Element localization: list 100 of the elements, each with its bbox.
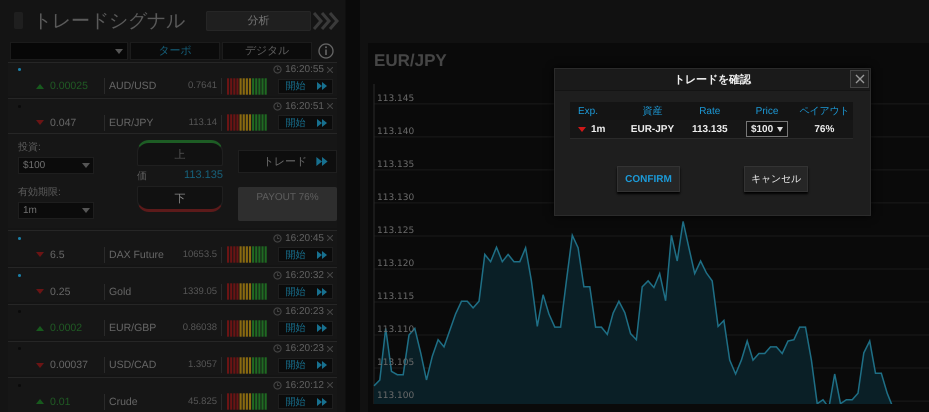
close-icon xyxy=(854,74,864,84)
asset-name: AUD/USD xyxy=(104,78,169,94)
signal-time: 16:20:12 xyxy=(285,380,324,391)
fast-forward-icon xyxy=(317,288,327,296)
analysis-button[interactable]: 分析 xyxy=(206,10,311,31)
column-header: Exp. xyxy=(577,106,600,116)
fast-forward-icon xyxy=(317,398,327,406)
confirm-button[interactable]: CONFIRM xyxy=(617,166,680,192)
change-value: 0.00025 xyxy=(50,80,89,92)
close-icon[interactable] xyxy=(327,308,333,315)
signal-time: 16:20:45 xyxy=(285,232,324,244)
trade-button[interactable]: トレード xyxy=(238,150,337,174)
asset-price: 1.3057 xyxy=(168,357,222,374)
signal-row[interactable]: 16:20:12 0.01 Crude 45.825 開始 xyxy=(8,377,337,412)
expiry-label: 有効期限: xyxy=(18,186,62,200)
strength-meter-drawing xyxy=(227,356,268,374)
info-icon[interactable] xyxy=(318,42,334,59)
invest-label: 投資: xyxy=(18,140,42,154)
close-icon[interactable] xyxy=(327,103,333,110)
y-tick-label: 113.135 xyxy=(377,160,414,170)
chart-title: EUR/JPY xyxy=(373,50,447,72)
fast-forward-icon xyxy=(317,118,327,127)
payout-cell-text: 76% xyxy=(813,124,836,134)
start-button[interactable]: 開始 xyxy=(278,247,333,262)
clock-icon xyxy=(273,102,282,111)
y-tick-label: 113.130 xyxy=(377,192,414,203)
close-icon[interactable] xyxy=(327,235,333,242)
filter-tab[interactable]: デジタル xyxy=(222,42,312,60)
asset-name: USD/CAD xyxy=(104,357,169,374)
invest-select[interactable]: $100 xyxy=(18,157,94,174)
clock-icon xyxy=(273,380,282,390)
column-header: ペイアウト xyxy=(798,105,850,118)
close-icon[interactable] xyxy=(327,346,333,352)
asset-name: Gold xyxy=(104,284,169,300)
start-button[interactable]: 開始 xyxy=(278,358,333,373)
rate-cell-text: 113.135 xyxy=(690,124,729,134)
signal-row[interactable]: 16:20:23 0.00037 USD/CAD 1.3057 開始 xyxy=(8,340,337,376)
asset-price: 1339.05 xyxy=(168,284,222,300)
chevrons-icon xyxy=(313,12,339,30)
change-value: 0.047 xyxy=(50,116,78,129)
dialog-title: トレードを確認 xyxy=(674,72,751,87)
strength-meter-drawing xyxy=(227,320,268,337)
close-icon[interactable] xyxy=(327,382,333,388)
close-icon[interactable] xyxy=(327,272,333,278)
clock-icon xyxy=(273,270,282,280)
expiry-select[interactable]: 1m xyxy=(18,202,94,220)
column-header: 資産 xyxy=(641,104,664,118)
filter-tab[interactable]: ターボ xyxy=(130,42,220,60)
start-button[interactable]: 開始 xyxy=(278,78,333,94)
close-button[interactable] xyxy=(850,70,869,88)
strength-meter-drawing xyxy=(227,114,268,132)
rate-label: 価 xyxy=(137,170,147,184)
y-tick-label: 113.145 xyxy=(377,94,414,104)
signal-row[interactable]: 16:20:45 6.5 DAX Future 10653.5 開始 xyxy=(8,230,337,266)
strength-meter-drawing xyxy=(227,283,268,300)
strength-meter-drawing xyxy=(227,246,268,264)
signal-time: 16:20:23 xyxy=(285,306,324,318)
strength-meter-drawing xyxy=(227,393,268,410)
panel-title: トレードシグナル xyxy=(33,10,186,34)
asset-price: 0.86038 xyxy=(168,320,222,336)
start-button[interactable]: 開始 xyxy=(278,284,333,300)
asset-cell-text: EUR-JPY xyxy=(630,124,676,134)
asset-dropdown[interactable] xyxy=(10,42,128,60)
signal-row[interactable]: 16:20:23 0.0002 EUR/GBP 0.86038 開始 xyxy=(8,304,337,339)
change-value: 0.00037 xyxy=(50,359,89,372)
start-button[interactable]: 開始 xyxy=(278,115,333,130)
clock-icon xyxy=(273,307,282,316)
fast-forward-icon xyxy=(316,157,328,166)
signal-time: 16:20:51 xyxy=(285,100,324,112)
y-tick-label: 113.125 xyxy=(377,226,414,236)
asset-price: 10653.5 xyxy=(168,246,222,263)
change-value: 0.01 xyxy=(50,396,72,408)
clock-icon xyxy=(273,65,282,74)
signal-row[interactable]: 16:20:55 0.00025 AUD/USD 0.7641 開始 xyxy=(8,62,337,96)
signal-row[interactable]: 16:20:32 0.25 Gold 1339.05 開始 xyxy=(8,267,337,302)
strength-meter-drawing xyxy=(227,78,268,95)
fast-forward-icon xyxy=(317,361,327,370)
asset-price: 45.825 xyxy=(168,394,222,410)
up-button[interactable]: 上 xyxy=(137,140,223,166)
column-header: Rate xyxy=(698,106,722,116)
asset-name: DAX Future xyxy=(104,246,169,263)
signal-row[interactable]: 16:20:51 0.047 EUR/JPY 113.14 開始 xyxy=(8,98,337,134)
start-button[interactable]: 開始 xyxy=(278,320,333,336)
y-tick-label: 113.110 xyxy=(377,325,414,336)
fast-forward-icon xyxy=(317,82,327,90)
y-tick-label: 113.115 xyxy=(377,292,414,302)
price-select[interactable]: $100 xyxy=(746,121,788,137)
asset-price: 113.14 xyxy=(168,114,222,131)
asset-price: 0.7641 xyxy=(168,78,222,94)
start-button[interactable]: 開始 xyxy=(278,394,333,410)
clock-icon xyxy=(273,234,282,243)
asset-name: EUR/GBP xyxy=(104,320,169,336)
fast-forward-icon xyxy=(317,324,327,332)
close-icon[interactable] xyxy=(327,66,333,73)
asset-name: EUR/JPY xyxy=(104,114,169,131)
asset-name: Crude xyxy=(104,394,169,410)
y-tick-label: 113.140 xyxy=(377,126,414,137)
cancel-button[interactable]: キャンセル xyxy=(744,166,808,192)
down-button[interactable]: 下 xyxy=(137,186,223,212)
change-value: 0.25 xyxy=(50,286,72,298)
